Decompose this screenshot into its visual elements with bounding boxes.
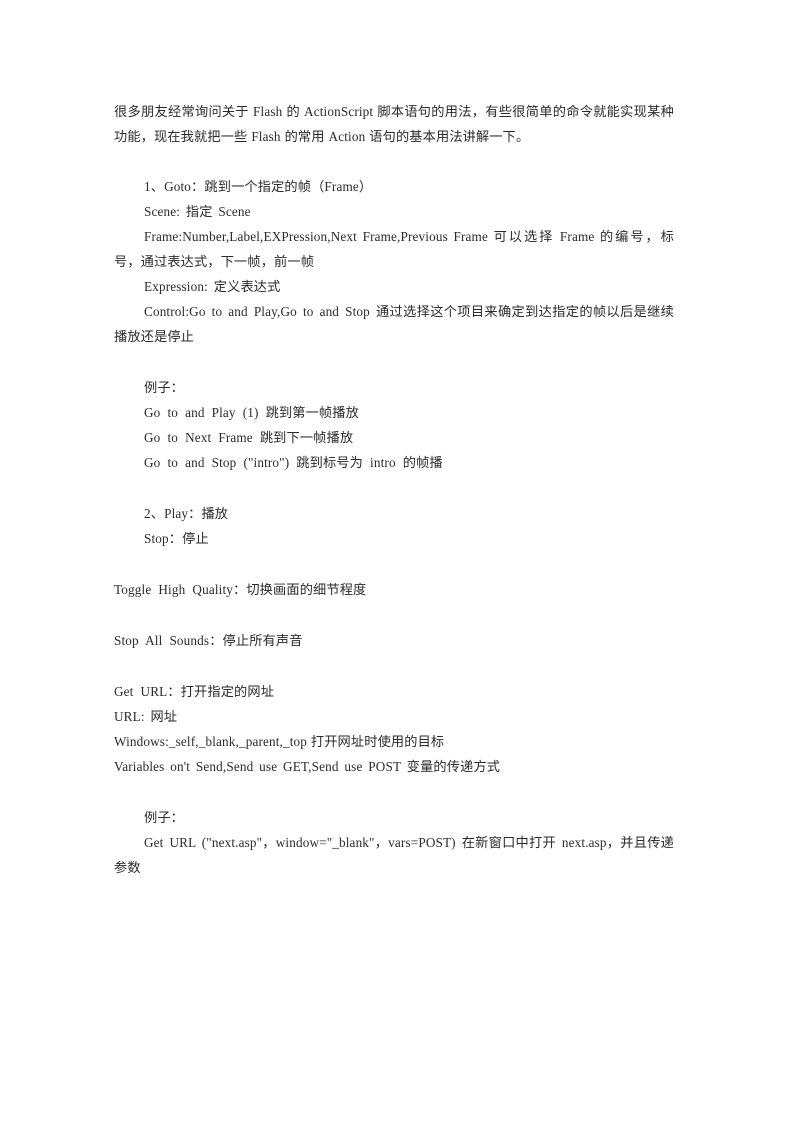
- section-geturl-heading: Get URL：打开指定的网址: [114, 684, 275, 699]
- section-goto-line-control: Control:Go to and Play,Go to and Stop 通过…: [114, 304, 674, 344]
- document-body: 很多朋友经常询问关于 Flash 的 ActionScript 脚本语句的用法，…: [114, 99, 674, 880]
- section-geturl-line-variables: Variables on't Send,Send use GET,Send us…: [114, 759, 501, 774]
- section-play-line-stop: Stop：停止: [144, 531, 209, 546]
- section-play-heading: 2、Play：播放: [144, 506, 229, 521]
- section-geturl-example-label: 例子：: [144, 810, 185, 825]
- section-goto-heading: 1、Goto：跳到一个指定的帧（Frame）: [144, 179, 373, 194]
- document-page: 很多朋友经常询问关于 Flash 的 ActionScript 脚本语句的用法，…: [0, 0, 793, 1122]
- section-goto-line-expression: Expression: 定义表达式: [144, 279, 281, 294]
- section-goto-example-3: Go to and Stop ("intro") 跳到标号为 intro 的帧播: [144, 455, 443, 470]
- section-geturl-line-windows: Windows:_self,_blank,_parent,_top 打开网址时使…: [114, 734, 445, 749]
- stop-all-sounds-line: Stop All Sounds：停止所有声音: [114, 633, 303, 648]
- intro-paragraph: 很多朋友经常询问关于 Flash 的 ActionScript 脚本语句的用法，…: [114, 104, 674, 144]
- section-goto-example-2: Go to Next Frame 跳到下一帧播放: [144, 430, 354, 445]
- toggle-high-quality-line: Toggle High Quality：切换画面的细节程度: [114, 582, 367, 597]
- section-goto-line-frame: Frame:Number,Label,EXPression,Next Frame…: [114, 229, 674, 269]
- section-goto-line-scene: Scene: 指定 Scene: [144, 204, 251, 219]
- section-goto-example-1: Go to and Play (1) 跳到第一帧播放: [144, 405, 359, 420]
- section-goto-example-label: 例子：: [144, 380, 185, 395]
- section-geturl-line-url: URL: 网址: [114, 709, 178, 724]
- section-geturl-example-1: Get URL ("next.asp"，window="_blank"，vars…: [114, 835, 674, 875]
